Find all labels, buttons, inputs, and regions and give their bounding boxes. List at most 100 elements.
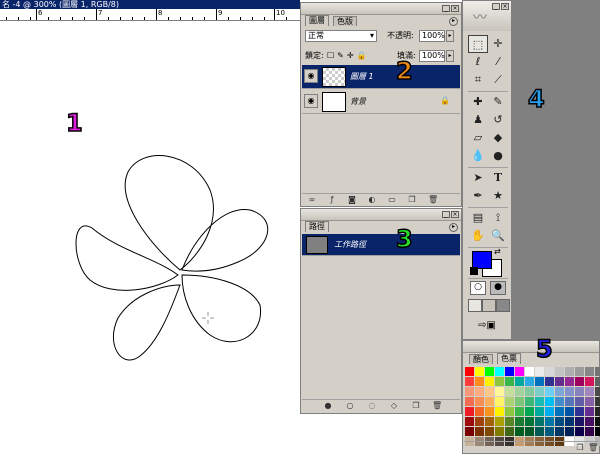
marquee-icon[interactable]: ⬚ [468,35,488,53]
dodge-icon[interactable]: ● [488,147,508,165]
mask-icon[interactable]: ◙ [348,196,356,204]
pen-icon[interactable]: ✒ [468,187,488,205]
color-swatch[interactable] [465,407,474,416]
color-swatch[interactable] [495,367,504,376]
color-swatch[interactable] [585,417,594,426]
color-swatch[interactable] [545,377,554,386]
color-swatch[interactable] [535,427,544,436]
color-swatch[interactable] [575,397,584,406]
color-swatch[interactable] [525,427,534,436]
color-swatch[interactable] [485,367,494,376]
color-swatch[interactable] [595,367,600,376]
color-swatch[interactable] [485,427,494,436]
link-icon[interactable]: ∞ [308,196,316,204]
minimize-icon[interactable]: _ [492,3,500,10]
document-canvas-window[interactable]: 名 -4 @ 300% (圖層 1, RGB/8) 6 7 8 9 10 [0,0,300,454]
color-swatch[interactable] [535,377,544,386]
move-icon[interactable]: ✛ [488,35,508,53]
layer-row-background[interactable]: ◉ 背景 🔒 [302,90,460,114]
tab-swatches[interactable]: 色票 [497,353,521,364]
opacity-arrow-icon[interactable]: ▸ [446,30,454,42]
new-layer-icon[interactable]: ❐ [408,196,416,204]
color-swatch[interactable] [565,377,574,386]
color-swatch[interactable] [585,367,594,376]
close-icon[interactable]: × [451,211,459,218]
slice-icon[interactable]: ⟋ [488,71,508,89]
color-swatch[interactable] [485,377,494,386]
color-swatch[interactable] [485,417,494,426]
color-swatch[interactable] [545,387,554,396]
color-swatch[interactable] [495,377,504,386]
color-swatch[interactable] [575,387,584,396]
visibility-eye-icon[interactable]: ◉ [304,69,318,83]
color-swatch[interactable] [565,407,574,416]
color-swatch[interactable] [535,417,544,426]
swap-colors-icon[interactable]: ⇄ [494,247,501,256]
brush-icon[interactable]: ✎ [488,93,508,111]
lasso-icon[interactable]: ℓ [468,53,488,71]
color-swatch[interactable] [535,397,544,406]
path-selection-icon[interactable]: ➤ [468,169,488,187]
layer-row-layer1[interactable]: ◉ 圖層 1 [302,65,460,89]
color-swatch[interactable] [595,407,600,416]
fill-input[interactable]: 100% [419,50,445,62]
color-swatch[interactable] [465,417,474,426]
color-swatch[interactable] [525,417,534,426]
clone-stamp-icon[interactable]: ♟ [468,111,488,129]
color-swatch[interactable] [535,367,544,376]
color-swatch[interactable] [515,407,524,416]
fill-arrow-icon[interactable]: ▸ [446,50,454,62]
color-swatch[interactable] [585,407,594,416]
color-swatch[interactable] [525,407,534,416]
jump-to-imageready-icon[interactable]: ⇨▣ [470,319,504,333]
blur-icon[interactable]: 💧 [468,147,488,165]
color-swatch[interactable] [555,367,564,376]
color-swatch[interactable] [555,407,564,416]
new-path-icon[interactable]: ❐ [412,402,420,410]
color-swatch[interactable] [465,387,474,396]
color-swatch[interactable] [475,387,484,396]
magic-wand-icon[interactable]: ⁄ [488,53,508,71]
color-swatch[interactable] [565,417,574,426]
new-swatch-icon[interactable]: ❐ [576,444,584,452]
healing-brush-icon[interactable]: ✚ [468,93,488,111]
color-swatch[interactable] [525,387,534,396]
color-swatch[interactable] [595,377,600,386]
color-swatch[interactable] [505,367,514,376]
screen-mode-standard-icon[interactable] [468,299,482,312]
color-swatch[interactable] [465,367,474,376]
stroke-path-icon[interactable]: ○ [346,402,354,410]
crop-icon[interactable]: ⌗ [468,71,488,89]
color-swatch[interactable] [565,397,574,406]
color-swatch[interactable] [525,377,534,386]
color-swatch[interactable] [495,397,504,406]
lock-options-icon[interactable]: ☐✎✛🔒 [327,51,370,61]
color-swatch[interactable] [475,397,484,406]
color-swatch[interactable] [595,397,600,406]
paint-bucket-icon[interactable]: ◆ [488,129,508,147]
color-swatch[interactable] [545,397,554,406]
color-swatch[interactable] [515,367,524,376]
color-swatch[interactable] [595,417,600,426]
color-swatch[interactable] [555,377,564,386]
path-row-work-path[interactable]: 工作路徑 [302,234,460,256]
panel-titlebar[interactable]: _ × [301,3,461,15]
zoom-icon[interactable]: 🔍 [488,227,508,245]
color-swatch[interactable] [525,367,534,376]
color-swatch[interactable] [565,387,574,396]
color-swatch[interactable] [505,407,514,416]
color-swatch[interactable] [575,417,584,426]
tab-layers[interactable]: 圖層 [305,15,329,26]
color-swatch[interactable] [465,397,474,406]
color-swatch[interactable] [585,427,594,436]
color-swatch[interactable] [575,427,584,436]
color-swatch[interactable] [505,397,514,406]
notes-icon[interactable]: ▤ [468,209,488,227]
color-swatch[interactable] [575,407,584,416]
screen-mode-full-menu-icon[interactable] [482,299,496,312]
tab-channels[interactable]: 色版 [333,16,357,26]
history-brush-icon[interactable]: ↺ [488,111,508,129]
color-swatch[interactable] [515,427,524,436]
tab-color[interactable]: 顏色 [469,354,493,364]
color-swatch[interactable] [505,377,514,386]
